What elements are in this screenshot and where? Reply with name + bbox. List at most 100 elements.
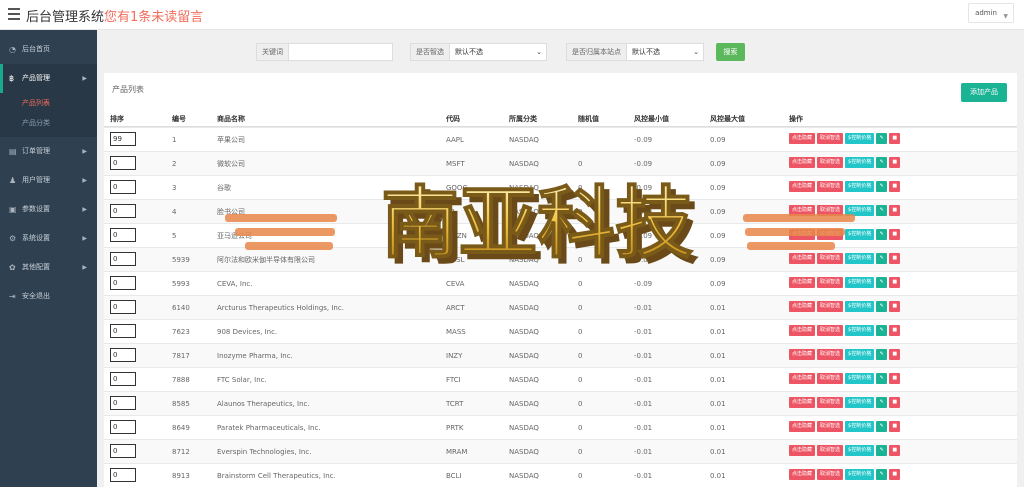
hide-button[interactable]: 点击隐藏 bbox=[789, 421, 816, 432]
edit-icon[interactable]: ✎ bbox=[876, 445, 888, 456]
delete-icon[interactable]: ■ bbox=[889, 373, 901, 384]
edit-icon[interactable]: ✎ bbox=[876, 373, 888, 384]
delete-icon[interactable]: ■ bbox=[889, 277, 901, 288]
price-control-button[interactable]: $控制价格 bbox=[845, 445, 875, 456]
sort-input[interactable]: 99 bbox=[110, 132, 136, 146]
hide-button[interactable]: 点击隐藏 bbox=[789, 397, 816, 408]
cancel-smart-button[interactable]: 取消智选 bbox=[817, 397, 844, 408]
cancel-smart-button[interactable]: 取消智选 bbox=[817, 253, 844, 264]
delete-icon[interactable]: ■ bbox=[889, 397, 901, 408]
price-control-button[interactable]: $控制价格 bbox=[845, 253, 875, 264]
price-control-button[interactable]: $控制价格 bbox=[845, 421, 875, 432]
sidebar-item-1[interactable]: ◔ 后台首页 bbox=[0, 35, 97, 64]
edit-icon[interactable]: ✎ bbox=[876, 133, 888, 144]
sort-input[interactable]: 0 bbox=[110, 420, 136, 434]
edit-icon[interactable]: ✎ bbox=[876, 253, 888, 264]
delete-icon[interactable]: ■ bbox=[889, 301, 901, 312]
user-menu[interactable]: admin ▼ bbox=[968, 3, 1014, 23]
cancel-smart-button[interactable]: 取消智选 bbox=[817, 133, 844, 144]
delete-icon[interactable]: ■ bbox=[889, 205, 901, 216]
unread-notice[interactable]: 您有1条未读留言 bbox=[104, 6, 203, 25]
edit-icon[interactable]: ✎ bbox=[876, 325, 888, 336]
price-control-button[interactable]: $控制价格 bbox=[845, 277, 875, 288]
cancel-smart-button[interactable]: 取消智选 bbox=[817, 421, 844, 432]
cancel-smart-button[interactable]: 取消智选 bbox=[817, 181, 844, 192]
sort-input[interactable]: 0 bbox=[110, 444, 136, 458]
hide-button[interactable]: 点击隐藏 bbox=[789, 469, 816, 480]
edit-icon[interactable]: ✎ bbox=[876, 229, 888, 240]
sort-input[interactable]: 0 bbox=[110, 396, 136, 410]
edit-icon[interactable]: ✎ bbox=[876, 421, 888, 432]
search-button[interactable]: 搜索 bbox=[716, 43, 745, 61]
cancel-smart-button[interactable]: 取消智选 bbox=[817, 325, 844, 336]
hide-button[interactable]: 点击隐藏 bbox=[789, 301, 816, 312]
delete-icon[interactable]: ■ bbox=[889, 445, 901, 456]
sidebar-item-8[interactable]: ⇥ 安全退出 bbox=[0, 282, 97, 311]
edit-icon[interactable]: ✎ bbox=[876, 181, 888, 192]
hide-button[interactable]: 点击隐藏 bbox=[789, 445, 816, 456]
hide-button[interactable]: 点击隐藏 bbox=[789, 181, 816, 192]
price-control-button[interactable]: $控制价格 bbox=[845, 205, 875, 216]
sidebar-item-5[interactable]: ▣ 参数设置 ▶ bbox=[0, 195, 97, 224]
delete-icon[interactable]: ■ bbox=[889, 325, 901, 336]
cancel-smart-button[interactable]: 取消智选 bbox=[817, 157, 844, 168]
edit-icon[interactable]: ✎ bbox=[876, 157, 888, 168]
menu-toggle-icon[interactable] bbox=[8, 8, 20, 20]
edit-icon[interactable]: ✎ bbox=[876, 301, 888, 312]
cancel-smart-button[interactable]: 取消智选 bbox=[817, 205, 844, 216]
sidebar-item-7[interactable]: ✿ 其他配置 ▶ bbox=[0, 253, 97, 282]
sort-input[interactable]: 0 bbox=[110, 468, 136, 482]
cancel-smart-button[interactable]: 取消智选 bbox=[817, 373, 844, 384]
delete-icon[interactable]: ■ bbox=[889, 157, 901, 168]
price-control-button[interactable]: $控制价格 bbox=[845, 373, 875, 384]
price-control-button[interactable]: $控制价格 bbox=[845, 325, 875, 336]
delete-icon[interactable]: ■ bbox=[889, 349, 901, 360]
hide-button[interactable]: 点击隐藏 bbox=[789, 373, 816, 384]
smart-filter-select[interactable]: 默认不选 ⌄ bbox=[450, 43, 547, 61]
cancel-smart-button[interactable]: 取消智选 bbox=[817, 469, 844, 480]
price-control-button[interactable]: $控制价格 bbox=[845, 349, 875, 360]
hide-button[interactable]: 点击隐藏 bbox=[789, 349, 816, 360]
edit-icon[interactable]: ✎ bbox=[876, 397, 888, 408]
edit-icon[interactable]: ✎ bbox=[876, 469, 888, 480]
cancel-smart-button[interactable]: 取消智选 bbox=[817, 349, 844, 360]
sort-input[interactable]: 0 bbox=[110, 324, 136, 338]
sort-input[interactable]: 0 bbox=[110, 276, 136, 290]
sidebar-item-3[interactable]: ▤ 订单管理 ▶ bbox=[0, 137, 97, 166]
cancel-smart-button[interactable]: 取消智选 bbox=[817, 229, 844, 240]
price-control-button[interactable]: $控制价格 bbox=[845, 397, 875, 408]
edit-icon[interactable]: ✎ bbox=[876, 277, 888, 288]
price-control-button[interactable]: $控制价格 bbox=[845, 469, 875, 480]
sidebar-item-6[interactable]: ⚙ 系统设置 ▶ bbox=[0, 224, 97, 253]
sidebar-item-2[interactable]: ฿ 产品管理 ▶ bbox=[0, 64, 97, 93]
hide-button[interactable]: 点击隐藏 bbox=[789, 229, 816, 240]
hide-button[interactable]: 点击隐藏 bbox=[789, 277, 816, 288]
sort-input[interactable]: 0 bbox=[110, 348, 136, 362]
sort-input[interactable]: 0 bbox=[110, 372, 136, 386]
hide-button[interactable]: 点击隐藏 bbox=[789, 133, 816, 144]
sort-input[interactable]: 0 bbox=[110, 252, 136, 266]
delete-icon[interactable]: ■ bbox=[889, 229, 901, 240]
sort-input[interactable]: 0 bbox=[110, 300, 136, 314]
price-control-button[interactable]: $控制价格 bbox=[845, 133, 875, 144]
delete-icon[interactable]: ■ bbox=[889, 133, 901, 144]
sidebar-item-4[interactable]: ♟ 用户管理 ▶ bbox=[0, 166, 97, 195]
sort-input[interactable]: 0 bbox=[110, 204, 136, 218]
cancel-smart-button[interactable]: 取消智选 bbox=[817, 445, 844, 456]
sort-input[interactable]: 0 bbox=[110, 180, 136, 194]
sort-input[interactable]: 0 bbox=[110, 228, 136, 242]
price-control-button[interactable]: $控制价格 bbox=[845, 157, 875, 168]
price-control-button[interactable]: $控制价格 bbox=[845, 229, 875, 240]
edit-icon[interactable]: ✎ bbox=[876, 349, 888, 360]
home-site-select[interactable]: 默认不选 ⌄ bbox=[627, 43, 704, 61]
sidebar-subitem-1[interactable]: 产品列表 bbox=[0, 93, 97, 113]
hide-button[interactable]: 点击隐藏 bbox=[789, 253, 816, 264]
edit-icon[interactable]: ✎ bbox=[876, 205, 888, 216]
sidebar-subitem-2[interactable]: 产品分类 bbox=[0, 113, 97, 133]
price-control-button[interactable]: $控制价格 bbox=[845, 301, 875, 312]
cancel-smart-button[interactable]: 取消智选 bbox=[817, 301, 844, 312]
delete-icon[interactable]: ■ bbox=[889, 421, 901, 432]
cancel-smart-button[interactable]: 取消智选 bbox=[817, 277, 844, 288]
sort-input[interactable]: 0 bbox=[110, 156, 136, 170]
delete-icon[interactable]: ■ bbox=[889, 181, 901, 192]
